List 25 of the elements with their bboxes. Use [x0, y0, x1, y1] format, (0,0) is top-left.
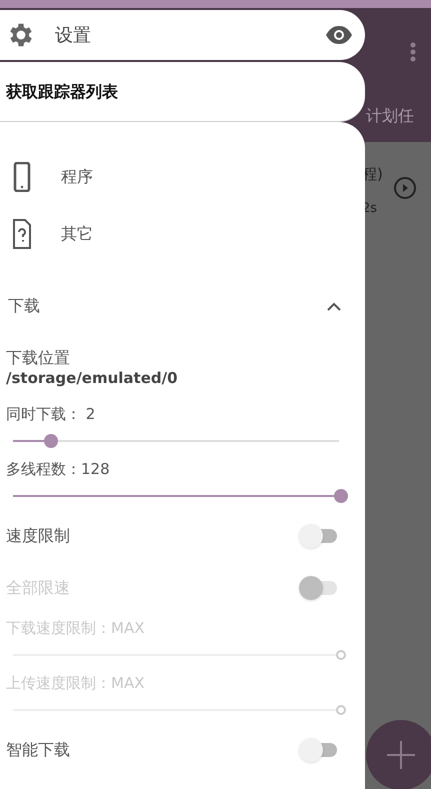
toggle-switch[interactable]: [299, 524, 339, 548]
setting-label: 同时下载： 2: [6, 404, 96, 424]
tab-label[interactable]: 计划任: [366, 104, 414, 128]
phone-icon: [13, 162, 31, 192]
setting-value: /storage/emulated/0: [6, 368, 179, 388]
eye-icon[interactable]: [325, 25, 353, 45]
section-title: 下载: [8, 295, 40, 317]
question-file-icon: [12, 218, 32, 248]
slider[interactable]: [13, 489, 346, 503]
setting-label: 速度限制: [6, 525, 70, 547]
drawer-title: 设置: [55, 24, 91, 48]
category-item[interactable]: 程序: [0, 148, 365, 205]
plus-icon: [385, 739, 417, 771]
category-item[interactable]: 其它: [0, 205, 365, 262]
chevron-icon[interactable]: [327, 302, 341, 310]
toggle-switch[interactable]: [299, 738, 339, 762]
slider-thumb[interactable]: [334, 489, 348, 503]
setting-label: 智能下载: [6, 739, 70, 761]
tooltip-text: 获取跟踪器列表: [6, 80, 118, 102]
more-icon[interactable]: [410, 42, 416, 62]
setting-label: 下载位置: [6, 348, 71, 368]
slider-thumb[interactable]: [44, 434, 58, 448]
play-icon[interactable]: [393, 176, 417, 200]
setting-label: 多线程数：128: [6, 459, 111, 479]
add-button[interactable]: [366, 720, 431, 789]
